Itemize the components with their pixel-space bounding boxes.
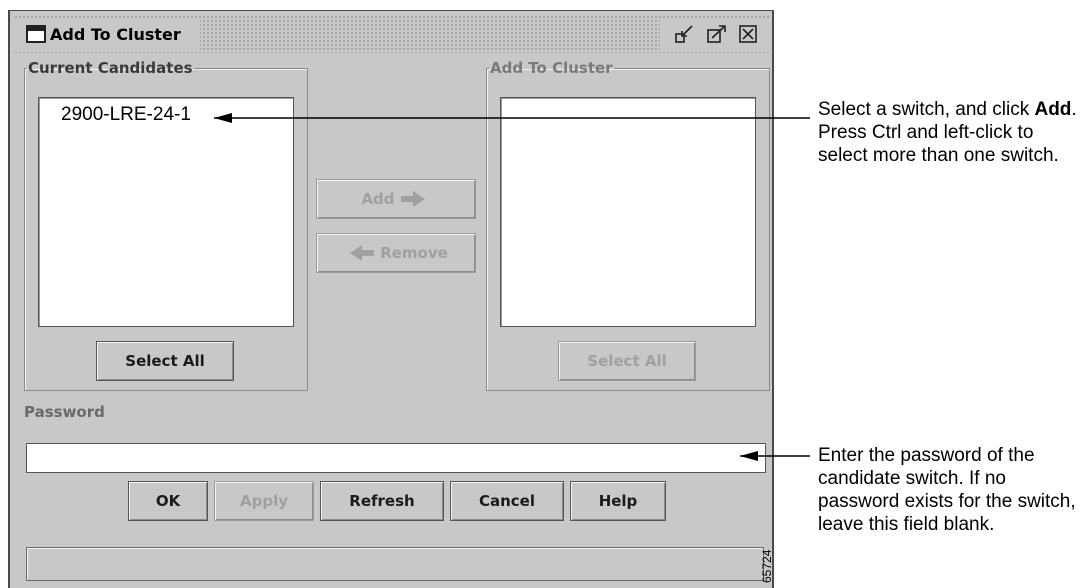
select-callout-lead: Select a switch, and click: [818, 99, 1030, 120]
select-callout-bold: Add: [1034, 99, 1072, 120]
password-callout: Enter the password of the candidate swit…: [818, 445, 1076, 535]
select-switch-callout: Select a switch, and click Add. Press Ct…: [818, 98, 1088, 167]
select-callout-arrowhead: [214, 113, 232, 123]
figure-number: 65724: [760, 549, 774, 583]
password-callout-arrowhead: [740, 451, 758, 461]
